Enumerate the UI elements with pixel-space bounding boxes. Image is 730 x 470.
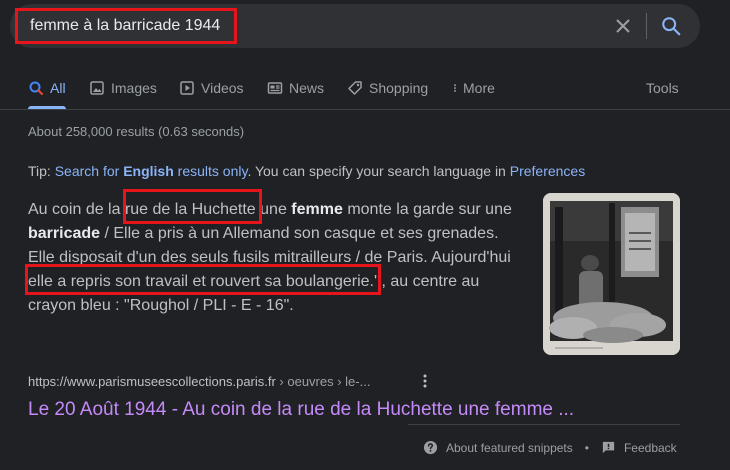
link-text-bold: English [123, 163, 174, 179]
search-divider [646, 13, 647, 39]
link-text: Search for [54, 163, 124, 179]
snippet-line: barricade / Elle a pris à un Allemand so… [28, 222, 523, 246]
tab-label: News [289, 80, 325, 96]
snippet-text: monte la garde sur une [342, 201, 512, 218]
tab-label: Images [111, 80, 157, 96]
tab-images[interactable]: Images [89, 80, 157, 96]
tab-label: Shopping [369, 80, 429, 96]
url-domain: https://www.parismuseescollections.paris… [28, 374, 276, 389]
snippet-bold: femme [291, 201, 343, 218]
tip-prefix: Tip: [28, 163, 55, 179]
featured-snippet-text: Au coin de la rue de la Huchette une fem… [28, 198, 523, 318]
footer-divider [408, 424, 680, 425]
tab-news[interactable]: News [267, 80, 324, 96]
tab-label: More [463, 80, 495, 96]
highlight-box-bakery [25, 264, 381, 295]
footer-separator: • [584, 440, 589, 455]
news-icon [267, 82, 283, 94]
link-text: results only [173, 163, 248, 179]
tab-all[interactable]: All [28, 80, 66, 96]
snippet-thumbnail[interactable] [543, 193, 680, 355]
search-input[interactable]: femme à la barricade 1944 [30, 17, 220, 35]
search-english-link[interactable]: Search for English results only [55, 163, 248, 179]
vertical-dots-icon[interactable] [420, 373, 430, 389]
tab-label: All [50, 80, 66, 96]
tools-button[interactable]: Tools [646, 80, 679, 96]
photo-image [543, 193, 680, 355]
snippet-footer: About featured snippets • Feedback [423, 440, 677, 455]
snippet-text: / Elle a pris à un Allemand son casque e… [100, 225, 499, 242]
result-stats: About 258,000 results (0.63 seconds) [28, 124, 245, 139]
feedback-icon [602, 441, 615, 454]
play-icon [180, 81, 194, 95]
tab-shopping[interactable]: Shopping [347, 80, 428, 96]
tab-label: Videos [201, 80, 244, 96]
search-bar[interactable]: femme à la barricade 1944 [10, 4, 700, 48]
search-icon[interactable] [660, 15, 682, 37]
snippet-line: Au coin de la rue de la Huchette une fem… [28, 198, 523, 222]
image-icon [90, 81, 104, 95]
preferences-link[interactable]: Preferences [510, 163, 585, 179]
tab-videos[interactable]: Videos [179, 80, 244, 96]
result-url[interactable]: https://www.parismuseescollections.paris… [28, 374, 370, 389]
snippet-text: , au centre au [377, 273, 480, 290]
language-tip: Tip: Search for English results only. Yo… [28, 163, 585, 179]
snippet-line: crayon bleu : "Roughol / PLI - E - 16". [28, 297, 294, 314]
snippet-text: Au coin de la [28, 201, 125, 218]
tip-text: . You can specify your search language i… [247, 163, 510, 179]
highlight-box-street [123, 189, 262, 224]
active-tab-indicator [28, 106, 66, 109]
search-icon [29, 81, 44, 96]
feedback-link[interactable]: Feedback [624, 441, 677, 455]
snippet-bold: barricade [28, 225, 101, 242]
result-title-link[interactable]: Le 20 Août 1944 - Au coin de la rue de l… [28, 399, 574, 421]
tag-icon [348, 81, 362, 95]
search-tabs: All Images Videos News Shopping More Too… [0, 74, 730, 110]
help-icon [423, 440, 438, 455]
url-path: › oeuvres › le-... [275, 374, 371, 389]
close-icon[interactable] [613, 16, 633, 36]
tab-more[interactable]: More [450, 80, 495, 96]
vertical-dots-icon [454, 84, 456, 92]
about-featured-snippets-link[interactable]: About featured snippets [446, 441, 573, 455]
